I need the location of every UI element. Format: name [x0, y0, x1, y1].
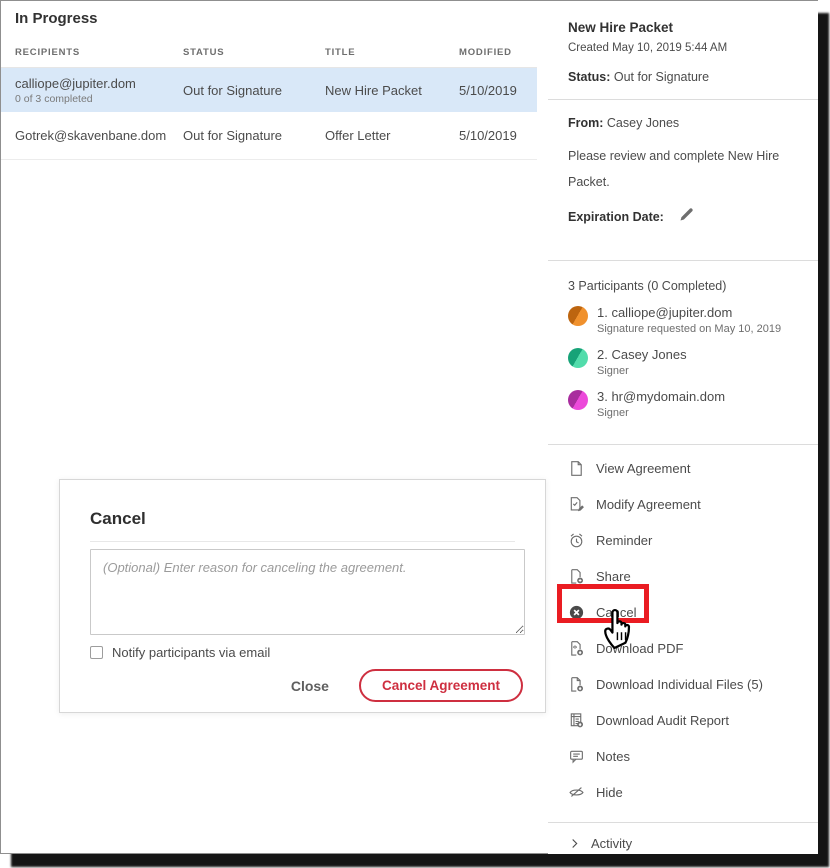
participant-avatar [568, 348, 588, 368]
notes-bubble-icon [568, 748, 585, 765]
agreement-status: Status: Out for Signature [568, 70, 800, 84]
cancel-circle-x-icon [568, 604, 585, 621]
participant-name: 3. hr@mydomain.dom [597, 389, 725, 404]
from-value: Casey Jones [607, 116, 679, 130]
notes-action[interactable]: Notes [568, 738, 818, 774]
column-modified[interactable]: MODIFIED [459, 47, 537, 58]
participant-sub: Signer [597, 365, 687, 377]
modify-agreement-action[interactable]: Modify Agreement [568, 486, 818, 522]
recipient-email: calliope@jupiter.dom [15, 76, 183, 91]
status-label: Status: [568, 70, 610, 84]
participant-name: 1. calliope@jupiter.dom [597, 305, 781, 320]
status-value: Out for Signature [614, 70, 709, 84]
recipient-cell: calliope@jupiter.dom 0 of 3 completed [15, 76, 183, 105]
from-label: From: [568, 116, 603, 130]
dialog-divider [90, 541, 515, 542]
status-cell: Out for Signature [183, 83, 325, 98]
participant-avatar [568, 390, 588, 410]
page-title: In Progress [15, 10, 537, 27]
download-files-icon [568, 676, 585, 693]
participants-section: 3 Participants (0 Completed) 1. calliope… [548, 261, 818, 419]
dialog-title: Cancel [90, 509, 523, 529]
download-audit-report-action[interactable]: Download Audit Report [568, 702, 818, 738]
share-document-icon [568, 568, 585, 585]
participant-item: 1. calliope@jupiter.dom Signature reques… [568, 305, 800, 335]
table-row[interactable]: Gotrek@skavenbane.dom Out for Signature … [1, 112, 537, 160]
column-recipients[interactable]: RECIPIENTS [15, 47, 183, 58]
participant-item: 3. hr@mydomain.dom Signer [568, 389, 800, 419]
column-status[interactable]: STATUS [183, 47, 325, 58]
notify-checkbox-label: Notify participants via email [112, 645, 270, 660]
download-pdf-icon [568, 640, 585, 657]
dialog-buttons: Close Cancel Agreement [90, 669, 523, 702]
download-pdf-action[interactable]: Download PDF [568, 630, 818, 666]
expiration-label: Expiration Date: [568, 210, 664, 224]
cancel-dialog: Cancel Notify participants via email Clo… [59, 479, 546, 713]
modified-cell: 5/10/2019 [459, 83, 537, 98]
view-agreement-icon [568, 460, 585, 477]
agreement-message: Please review and complete New Hire Pack… [568, 143, 798, 195]
table-header: RECIPIENTS STATUS TITLE MODIFIED [1, 47, 537, 68]
table-row-selected[interactable]: calliope@jupiter.dom 0 of 3 completed Ou… [1, 68, 537, 112]
participant-name: 2. Casey Jones [597, 347, 687, 362]
app-window: In Progress RECIPIENTS STATUS TITLE MODI… [0, 0, 818, 854]
cancel-agreement-button[interactable]: Cancel Agreement [359, 669, 523, 702]
participant-item: 2. Casey Jones Signer [568, 347, 800, 377]
modified-cell: 5/10/2019 [459, 128, 537, 143]
close-button[interactable]: Close [291, 678, 329, 694]
column-title[interactable]: TITLE [325, 47, 459, 58]
cancel-action[interactable]: Cancel [568, 594, 818, 630]
agreement-message-section: From: Casey Jones Please review and comp… [548, 116, 818, 228]
agreement-title: New Hire Packet [568, 1, 800, 35]
agreement-from: From: Casey Jones [568, 116, 800, 130]
status-cell: Out for Signature [183, 128, 325, 143]
hide-eye-icon [568, 784, 585, 801]
agreement-created: Created May 10, 2019 5:44 AM [568, 42, 800, 54]
chevron-right-icon [568, 837, 581, 850]
activity-toggle[interactable]: Activity [548, 823, 818, 851]
modify-agreement-icon [568, 496, 585, 513]
hide-action[interactable]: Hide [568, 774, 818, 810]
title-cell: New Hire Packet [325, 83, 459, 98]
agreement-summary: New Hire Packet Created May 10, 2019 5:4… [548, 1, 818, 84]
action-menu: View Agreement Modify Agreement Reminder [548, 445, 818, 810]
reminder-action[interactable]: Reminder [568, 522, 818, 558]
recipient-progress: 0 of 3 completed [15, 93, 183, 105]
view-agreement-action[interactable]: View Agreement [568, 450, 818, 486]
share-action[interactable]: Share [568, 558, 818, 594]
divider [548, 99, 818, 100]
detail-rail: New Hire Packet Created May 10, 2019 5:4… [548, 1, 818, 854]
cancel-reason-input[interactable] [90, 549, 525, 635]
download-audit-icon [568, 712, 585, 729]
notify-checkbox-row[interactable]: Notify participants via email [90, 645, 523, 660]
participant-sub: Signer [597, 407, 725, 419]
agreement-list: In Progress RECIPIENTS STATUS TITLE MODI… [1, 1, 537, 160]
expiration-row: Expiration Date: [568, 205, 800, 228]
participants-header: 3 Participants (0 Completed) [568, 261, 800, 293]
reminder-clock-icon [568, 532, 585, 549]
download-individual-files-action[interactable]: Download Individual Files (5) [568, 666, 818, 702]
title-cell: Offer Letter [325, 128, 459, 143]
pencil-icon[interactable] [678, 205, 696, 228]
notify-checkbox[interactable] [90, 646, 103, 659]
recipient-cell: Gotrek@skavenbane.dom [15, 128, 183, 143]
participant-avatar [568, 306, 588, 326]
participant-sub: Signature requested on May 10, 2019 [597, 323, 781, 335]
